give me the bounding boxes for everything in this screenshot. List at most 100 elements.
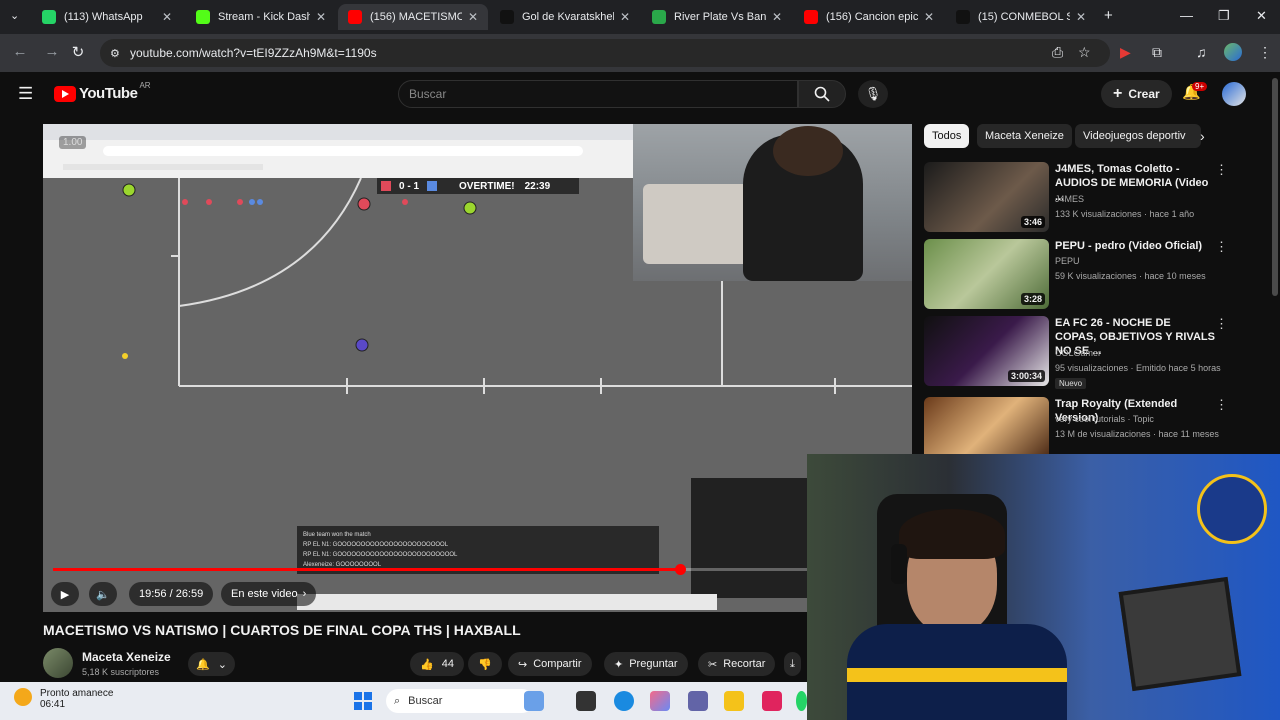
taskbar-teams-icon[interactable] bbox=[688, 691, 708, 711]
tab-search-button[interactable]: ⌄ bbox=[10, 9, 19, 22]
notifications-subscribe-button[interactable]: 🔔 ⌄ bbox=[188, 652, 235, 676]
more-options-icon[interactable]: ⋮ bbox=[1215, 162, 1228, 178]
share-button[interactable]: ↪ Compartir bbox=[508, 652, 592, 676]
taskbar-explorer-icon[interactable] bbox=[724, 691, 744, 711]
close-window-button[interactable]: ✕ bbox=[1256, 8, 1267, 24]
browser-tab[interactable]: (113) WhatsApp ✕ bbox=[32, 4, 182, 30]
tab-close-icon[interactable]: ✕ bbox=[316, 10, 326, 24]
video-channel[interactable]: COLGamer bbox=[1055, 348, 1101, 358]
tab-label: (156) Cancion epica bbox=[826, 11, 918, 23]
in-video-button[interactable]: En este video › bbox=[221, 582, 317, 606]
forward-button[interactable]: → bbox=[42, 43, 62, 60]
taskbar-whatsapp-icon[interactable] bbox=[796, 691, 807, 711]
video-duration: 3:46 bbox=[1020, 216, 1045, 228]
windows-start-icon[interactable] bbox=[354, 692, 372, 710]
filter-chip[interactable]: Todos bbox=[924, 124, 970, 148]
new-tab-button[interactable]: + bbox=[1104, 7, 1113, 24]
recommended-video[interactable]: 3:00:34 EA FC 26 - NOCHE DE COPAS, OBJETI… bbox=[924, 316, 1270, 389]
taskbar-app-icon[interactable] bbox=[524, 691, 544, 711]
more-options-icon[interactable]: ⋮ bbox=[1215, 239, 1228, 255]
taskbar-search-input[interactable]: ⌕ Buscar bbox=[386, 689, 534, 713]
extensions-icon[interactable]: ⧉ bbox=[1152, 44, 1162, 61]
video-thumbnail[interactable]: 3:46 bbox=[924, 162, 1049, 232]
browser-tab[interactable]: (156) Cancion epica ✕ bbox=[794, 4, 944, 30]
back-button[interactable]: ← bbox=[10, 43, 30, 60]
voice-search-button[interactable]: 🎙 bbox=[858, 80, 888, 108]
taskbar-copilot-icon[interactable] bbox=[650, 691, 670, 711]
reload-button[interactable]: ↻ bbox=[68, 43, 88, 61]
tab-close-icon[interactable]: ✕ bbox=[924, 10, 934, 24]
menu-hamburger-icon[interactable]: ☰ bbox=[18, 84, 33, 104]
video-channel[interactable]: very cool tutorials · Topic bbox=[1055, 414, 1154, 424]
tab-favicon-icon bbox=[652, 10, 666, 24]
account-avatar[interactable] bbox=[1222, 82, 1246, 106]
youtube-logo[interactable]: YouTube AR bbox=[54, 81, 151, 102]
video-channel[interactable]: PEPU bbox=[1055, 256, 1080, 266]
clip-button[interactable]: ✂ Recortar bbox=[698, 652, 776, 676]
profile-avatar[interactable] bbox=[1224, 43, 1242, 61]
browser-tab[interactable]: (15) CONMEBOL Sud ✕ bbox=[946, 4, 1096, 30]
channel-avatar[interactable] bbox=[43, 648, 73, 678]
video-channel[interactable]: J4MES bbox=[1055, 194, 1084, 204]
channel-name[interactable]: Maceta Xeneize bbox=[82, 650, 171, 664]
create-button[interactable]: + Crear bbox=[1101, 80, 1172, 108]
recommended-video[interactable]: 3:46 J4MES, Tomas Coletto - AUDIOS DE MEM… bbox=[924, 162, 1270, 234]
taskbar-app-icon[interactable] bbox=[576, 691, 596, 711]
in-video-label: En este video bbox=[231, 588, 298, 600]
browser-tab[interactable]: (156) MACETISMO V ✕ bbox=[338, 4, 488, 30]
taskbar-search-icon: ⌕ bbox=[394, 694, 401, 707]
video-thumbnail[interactable]: 3:28 bbox=[924, 239, 1049, 309]
jersey-stripe bbox=[847, 668, 1067, 682]
like-button[interactable]: 👍 44 bbox=[410, 652, 464, 676]
media-control-icon[interactable]: ♫ bbox=[1196, 44, 1207, 60]
volume-button[interactable]: 🔈 bbox=[89, 582, 117, 606]
tab-label: (15) CONMEBOL Sud bbox=[978, 11, 1070, 23]
minimize-button[interactable]: — bbox=[1180, 8, 1193, 23]
tab-favicon-icon bbox=[42, 10, 56, 24]
video-thumbnail[interactable]: 3:00:34 bbox=[924, 316, 1049, 386]
notifications-count-badge: 9+ bbox=[1192, 82, 1208, 91]
tab-label: Gol de Kvaratskhelia bbox=[522, 11, 614, 23]
bookmark-star-icon[interactable]: ☆ bbox=[1078, 44, 1091, 61]
site-info-icon[interactable]: ⚙ bbox=[110, 47, 120, 60]
maximize-button[interactable]: ❐ bbox=[1218, 8, 1230, 24]
browser-menu-icon[interactable]: ⋮ bbox=[1258, 44, 1272, 61]
address-bar[interactable]: ⚙ youtube.com/watch?v=tEI9ZZzAh9M&t=1190… bbox=[100, 39, 1110, 67]
embedded-bookmarks-bar bbox=[63, 164, 263, 170]
play-button[interactable]: ▶ bbox=[51, 582, 79, 606]
extension-red-icon[interactable]: ▶ bbox=[1120, 44, 1131, 61]
taskbar-edge-icon[interactable] bbox=[614, 691, 634, 711]
download-button[interactable]: ⤓ bbox=[784, 652, 801, 676]
browser-tab[interactable]: Gol de Kvaratskhelia ✕ bbox=[490, 4, 640, 30]
tab-close-icon[interactable]: ✕ bbox=[1076, 10, 1086, 24]
taskbar-app-icon[interactable] bbox=[762, 691, 782, 711]
video-title-link[interactable]: PEPU - pedro (Video Oficial) bbox=[1055, 239, 1215, 253]
filter-chip[interactable]: Videojuegos deportiv bbox=[1075, 124, 1201, 148]
cabj-flag bbox=[1197, 474, 1267, 544]
haxball-scoreboard: 0 - 1 OVERTIME! 22:39 bbox=[377, 178, 579, 194]
video-meta: 13 M de visualizaciones · hace 11 meses bbox=[1055, 429, 1219, 439]
video-player[interactable]: 1.00 0 - 1 OVERTIME! 22:39 Blue team won… bbox=[43, 124, 912, 612]
recommended-video[interactable]: 3:28 PEPU - pedro (Video Oficial) PEPU 59 K… bbox=[924, 239, 1270, 311]
chips-next-icon[interactable]: › bbox=[1200, 128, 1205, 144]
tab-close-icon[interactable]: ✕ bbox=[468, 10, 478, 24]
filter-chip[interactable]: Maceta Xeneize bbox=[977, 124, 1072, 148]
search-input[interactable]: Buscar bbox=[398, 80, 798, 108]
tab-close-icon[interactable]: ✕ bbox=[620, 10, 630, 24]
more-options-icon[interactable]: ⋮ bbox=[1215, 316, 1228, 332]
browser-tab[interactable]: Stream - Kick Dashbo ✕ bbox=[186, 4, 336, 30]
windows-taskbar: Pronto amanece 06:41 ⌕ Buscar bbox=[0, 682, 807, 720]
page-scrollbar[interactable] bbox=[1272, 78, 1278, 296]
tab-close-icon[interactable]: ✕ bbox=[772, 10, 782, 24]
search-button[interactable] bbox=[798, 80, 846, 108]
ask-button[interactable]: ✦ Preguntar bbox=[604, 652, 688, 676]
browser-tab[interactable]: River Plate Vs Banfiel ✕ bbox=[642, 4, 792, 30]
url-text: youtube.com/watch?v=tEI9ZZzAh9M&t=1190s bbox=[130, 46, 377, 60]
weather-widget[interactable]: Pronto amanece 06:41 bbox=[14, 688, 113, 710]
dislike-button[interactable]: 👎 bbox=[468, 652, 502, 676]
tab-close-icon[interactable]: ✕ bbox=[162, 10, 172, 24]
install-app-icon[interactable]: ⎙ bbox=[1052, 44, 1063, 61]
more-options-icon[interactable]: ⋮ bbox=[1215, 397, 1228, 413]
red-team-swatch bbox=[381, 181, 391, 191]
progress-bar[interactable] bbox=[53, 564, 902, 575]
